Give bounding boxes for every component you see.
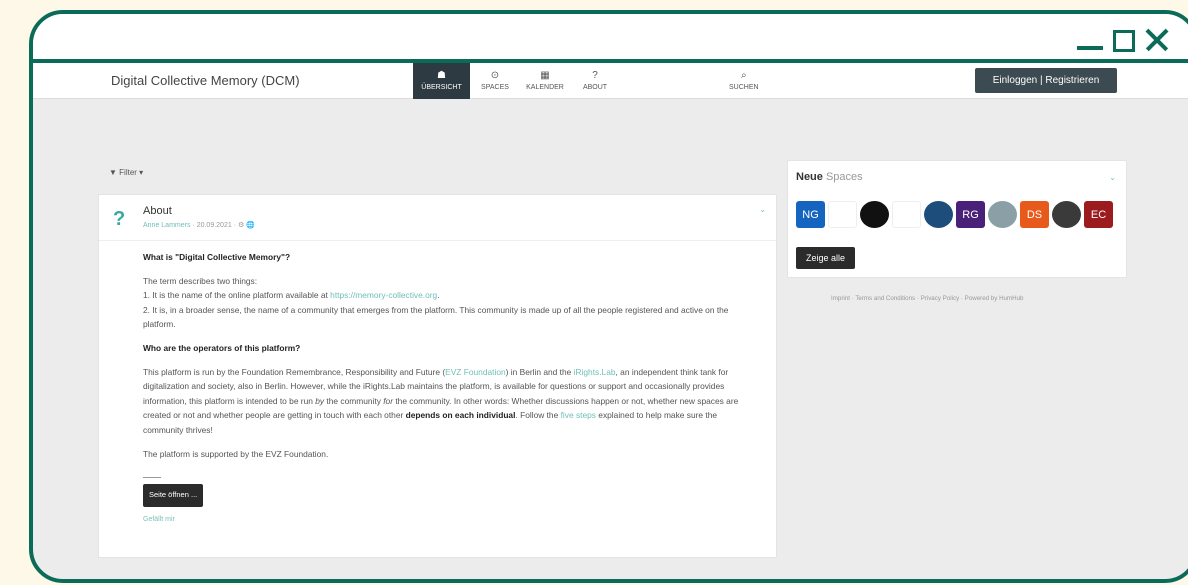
chevron-down-icon[interactable]: ⌄ [1109,173,1116,182]
minimize-icon[interactable] [1077,46,1103,50]
post-meta: Anne Lammers · 20.09.2021 · ⚙ 🌐 [143,222,255,229]
space-avatar-ng[interactable]: NG [796,201,825,228]
window-titlebar [33,14,1188,63]
post-title[interactable]: About [143,205,172,217]
caret-down-icon: ▾ [139,168,144,177]
five-steps-link[interactable]: five steps [561,410,596,420]
search-icon: ⌕ [740,70,747,81]
space-avatar-text-logo[interactable] [892,201,921,228]
home-icon: ☗ [437,70,446,81]
new-spaces-panel: Neue Spaces ⌄ NG RG DS EC Zeige alle [787,160,1127,278]
footer-link[interactable]: Privacy Policy [921,295,960,302]
panel-title: Neue Spaces [796,171,863,183]
nav-item-calendar[interactable]: ▦ KALENDER [520,63,570,99]
paragraph-support: The platform is supported by the EVZ Fou… [143,448,329,459]
nav-item-spaces[interactable]: ⊙ SPACES [470,63,520,99]
filter-label: Filter [119,168,137,177]
login-register-button[interactable]: Einloggen | Registrieren [975,68,1117,93]
visibility-icon: ⚙ 🌐 [237,222,255,229]
paragraph-operators: This platform is run by the Foundation R… [143,366,739,435]
nav-item-label: KALENDER [526,84,564,91]
nav-item-overview[interactable]: ☗ ÜBERSICHT [413,63,470,99]
show-all-button[interactable]: Zeige alle [796,247,856,269]
like-link[interactable]: Gefällt mir [143,513,743,528]
maximize-icon[interactable] [1113,30,1135,52]
evz-foundation-link[interactable]: EVZ Foundation [445,367,506,377]
nav-item-label: SUCHEN [729,84,759,91]
footer-link[interactable]: Terms and Conditions [855,295,915,302]
filter-dropdown[interactable]: ▼ Filter ▾ [109,168,143,177]
close-icon[interactable] [1145,28,1169,52]
space-avatar-blue-circle[interactable] [924,201,953,228]
post-date[interactable]: 20.09.2021 [197,222,232,229]
heading-what-is: What is "Digital Collective Memory"? [143,252,291,262]
nav-item-about[interactable]: ? ABOUT [570,63,620,99]
space-avatar-list: NG RG DS EC [796,201,1113,228]
target-icon: ⊙ [490,70,500,81]
post-body: What is "Digital Collective Memory"? The… [143,250,743,527]
space-avatar-ec[interactable]: EC [1084,201,1113,228]
divider [99,240,776,241]
post-card: ? About Anne Lammers · 20.09.2021 · ⚙ 🌐 … [98,194,777,558]
footer-link[interactable]: Powered by HumHub [965,295,1024,302]
brand-title[interactable]: Digital Collective Memory (DCM) [111,73,300,88]
divider [143,477,161,479]
nav-item-label: ÜBERSICHT [421,84,462,91]
calendar-icon: ▦ [540,70,550,81]
space-avatar-photo[interactable] [988,201,1017,228]
space-avatar-portrait[interactable] [1052,201,1081,228]
window-controls [1077,28,1169,52]
footer-links: Imprint · Terms and Conditions · Privacy… [831,295,1024,302]
footer-link[interactable]: Imprint [831,295,850,302]
top-navigation-bar: Digital Collective Memory (DCM) ☗ ÜBERSI… [33,63,1188,99]
question-icon: ? [113,208,126,230]
nav-item-label: ABOUT [582,84,608,91]
space-avatar-black-circle[interactable] [860,201,889,228]
filter-icon: ▼ [109,168,117,177]
main-nav: ☗ ÜBERSICHT ⊙ SPACES ▦ KALENDER ? ABOUT [413,63,620,99]
paragraph-definition: The term describes two things: 1. It is … [143,275,729,330]
browser-window: Digital Collective Memory (DCM) ☗ ÜBERSI… [29,10,1188,583]
question-icon: ? [592,70,598,81]
nav-item-label: SPACES [481,84,509,91]
platform-url-link[interactable]: https://memory-collective.org [330,290,437,300]
chevron-down-icon[interactable]: ⌄ [759,205,766,214]
space-avatar-purple-ribbon[interactable] [828,201,857,228]
nav-item-search[interactable]: ⌕ SUCHEN [729,63,759,99]
space-avatar-rg[interactable]: RG [956,201,985,228]
open-page-button[interactable]: Seite öffnen ... [143,484,204,507]
irights-lab-link[interactable]: iRights.Lab [574,367,616,377]
heading-operators: Who are the operators of this platform? [143,342,301,353]
space-avatar-ds[interactable]: DS [1020,201,1049,228]
post-author-link[interactable]: Anne Lammers [143,222,190,229]
